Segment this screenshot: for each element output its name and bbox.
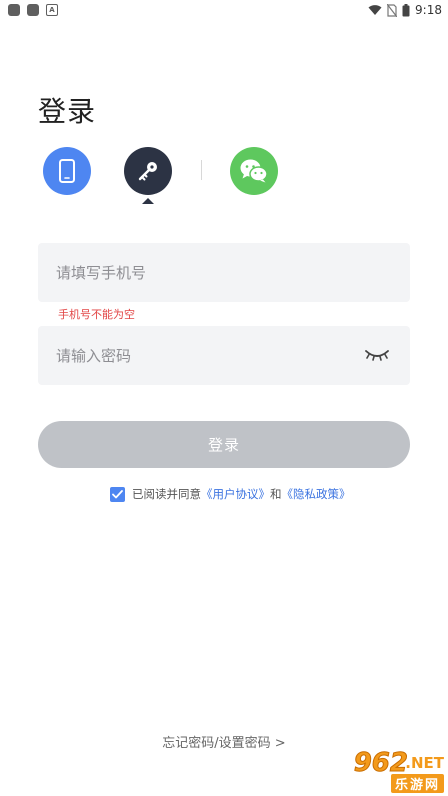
eye-closed-icon xyxy=(365,350,389,361)
check-icon xyxy=(112,489,123,498)
agreement-text: 已阅读并同意 xyxy=(132,487,201,501)
status-bar: A 9:18 xyxy=(0,0,448,22)
phone-error-text: 手机号不能为空 xyxy=(58,308,135,321)
status-time: 9:18 xyxy=(415,3,442,17)
key-icon xyxy=(138,162,157,181)
agreement-row: 已阅读并同意 《用户协议》 和 《隐私政策》 xyxy=(110,486,351,502)
phone-icon xyxy=(59,159,75,183)
password-field xyxy=(38,326,410,385)
selected-indicator xyxy=(142,198,154,204)
status-icons: 9:18 xyxy=(368,2,442,18)
watermark-suffix: .NET xyxy=(405,754,444,772)
password-login-button[interactable] xyxy=(124,147,172,195)
notification-icon xyxy=(27,4,39,16)
phone-input[interactable] xyxy=(38,243,410,302)
notification-icon xyxy=(8,4,20,16)
method-divider xyxy=(201,160,202,180)
user-agreement-link[interactable]: 《用户协议》 xyxy=(201,486,270,502)
agreement-checkbox[interactable] xyxy=(110,486,125,502)
wifi-icon xyxy=(368,5,382,15)
phone-login-button[interactable] xyxy=(43,147,91,195)
notification-icon: A xyxy=(46,4,58,16)
page-title: 登录 xyxy=(38,95,97,128)
wechat-login-button[interactable] xyxy=(230,147,278,195)
wechat-icon xyxy=(240,159,268,183)
phone-field xyxy=(38,243,410,302)
login-button[interactable]: 登录 xyxy=(38,421,410,468)
battery-icon xyxy=(402,3,410,16)
agreement-conjunction: 和 xyxy=(270,487,282,501)
show-password-toggle[interactable] xyxy=(364,346,390,364)
password-input[interactable] xyxy=(38,326,410,385)
watermark-chinese: 乐游网 xyxy=(390,774,444,793)
no-sim-icon xyxy=(387,3,398,17)
site-watermark-logo: 962 .NET 乐游网 xyxy=(314,748,446,794)
privacy-policy-link[interactable]: 《隐私政策》 xyxy=(282,486,351,502)
